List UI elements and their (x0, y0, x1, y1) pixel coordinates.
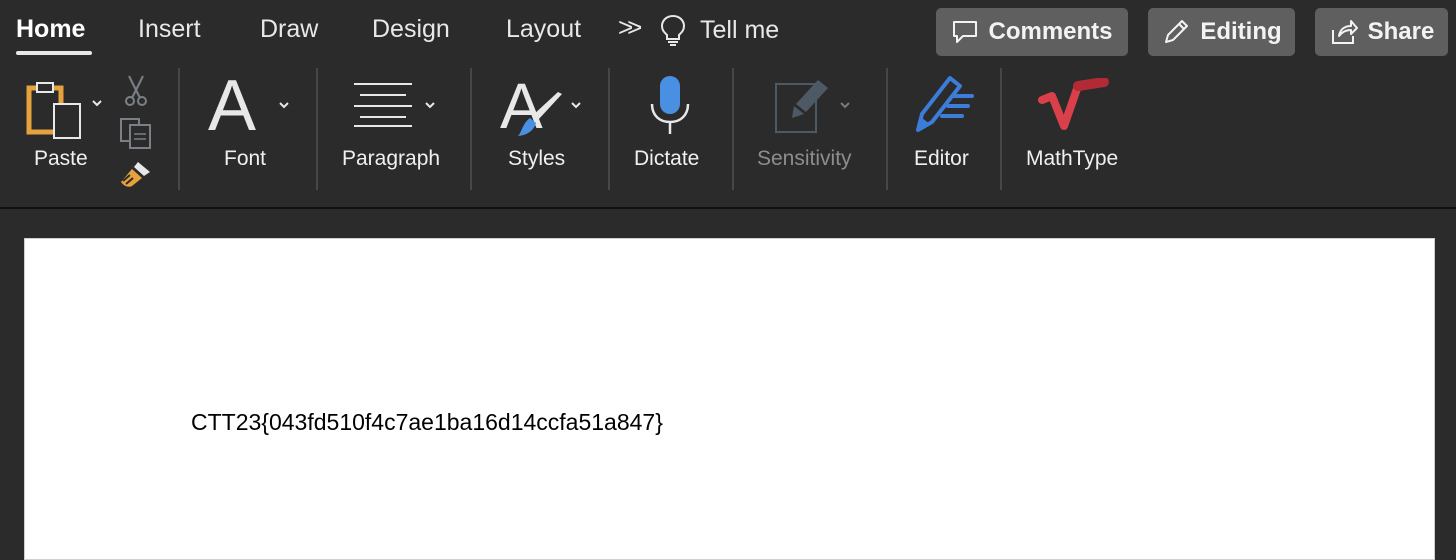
styles-label: Styles (508, 147, 566, 170)
comment-bubble-icon (953, 21, 978, 43)
document-page[interactable]: CTT23{043fd510f4c7ae1ba16d14ccfa51a847} (24, 238, 1435, 560)
dictate-label: Dictate (634, 147, 700, 170)
sensitivity-label-icon[interactable] (772, 74, 834, 136)
share-button[interactable]: Share (1315, 8, 1448, 56)
editor-label: Editor (914, 147, 969, 170)
chevron-down-icon (92, 100, 102, 107)
document-text[interactable]: CTT23{043fd510f4c7ae1ba16d14ccfa51a847} (191, 409, 663, 436)
tab-design[interactable]: Design (372, 13, 450, 45)
ribbon-bottom-border (0, 207, 1456, 209)
ribbon-separator (608, 68, 610, 190)
comments-button[interactable]: Comments (936, 8, 1128, 56)
paragraph-label: Paragraph (342, 147, 441, 170)
tab-layout[interactable]: Layout (506, 13, 581, 45)
microphone-icon[interactable] (648, 74, 692, 136)
tab-home-underline (16, 51, 92, 55)
copy-icon[interactable] (118, 116, 154, 150)
font-label: Font (224, 147, 267, 170)
comments-label: Comments (988, 18, 1113, 45)
editing-button[interactable]: Editing (1148, 8, 1295, 56)
editing-label: Editing (1200, 18, 1282, 45)
pencil-icon (1165, 20, 1189, 43)
paste-dropdown-chevron[interactable] (90, 96, 104, 110)
tab-insert[interactable]: Insert (138, 13, 201, 45)
align-lines-icon[interactable] (352, 80, 414, 130)
menu-bar: Home Insert Draw Design Layout >> Tell m… (0, 0, 1456, 62)
mathtype-label: MathType (1026, 147, 1119, 170)
ribbon-separator (886, 68, 888, 190)
ribbon-separator (732, 68, 734, 190)
share-icon (1331, 20, 1358, 44)
paintbrush-icon[interactable] (118, 158, 154, 192)
tell-me-label: Tell me (700, 15, 780, 44)
mathtype-radical-icon[interactable] (1038, 78, 1110, 136)
font-letter-a-icon[interactable]: A (208, 70, 256, 142)
clipboard-icon[interactable] (24, 80, 84, 140)
paste-label: Paste (34, 147, 88, 170)
chevron-down-icon[interactable] (569, 98, 583, 112)
share-label: Share (1367, 18, 1435, 45)
lightbulb-icon (660, 14, 686, 46)
sensitivity-label: Sensitivity (757, 147, 852, 170)
scissors-icon[interactable] (122, 74, 150, 108)
chevron-down-icon[interactable] (423, 98, 437, 112)
ribbon-separator (316, 68, 318, 190)
ribbon-separator (1000, 68, 1002, 190)
ribbon-separator (470, 68, 472, 190)
editor-pen-icon[interactable] (910, 72, 976, 138)
ribbon-separator (178, 68, 180, 190)
tell-me-search[interactable]: Tell me (658, 13, 779, 47)
styles-brush-icon[interactable] (512, 92, 564, 138)
tab-draw[interactable]: Draw (260, 13, 318, 45)
chevron-down-icon[interactable] (277, 98, 291, 112)
tab-home[interactable]: Home (16, 13, 85, 45)
chevron-down-icon[interactable] (838, 98, 852, 112)
more-tabs-button[interactable]: >> (618, 12, 643, 43)
